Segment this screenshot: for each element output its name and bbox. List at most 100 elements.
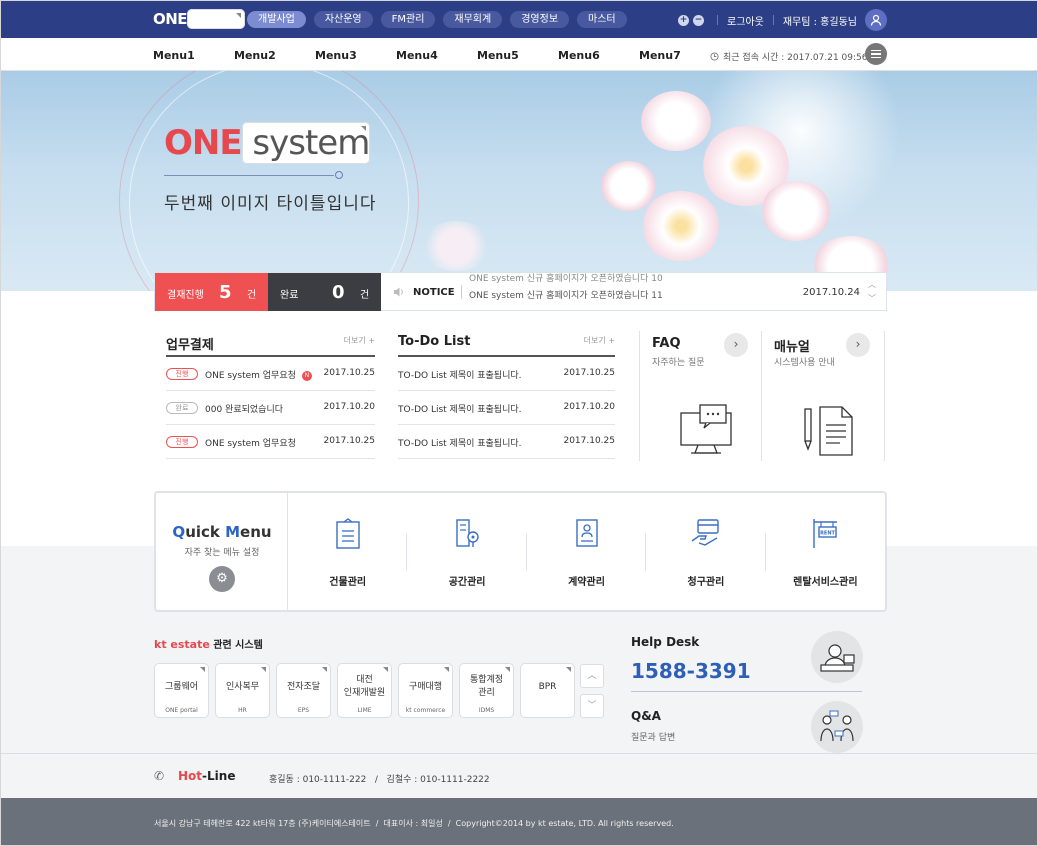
kt-estate-logo: kt estate bbox=[154, 638, 210, 651]
status-badge: 진행 bbox=[166, 436, 198, 448]
quick-item-billing[interactable]: 청구관리 bbox=[646, 493, 766, 610]
gear-icon[interactable]: ⚙ bbox=[209, 566, 235, 592]
hotline-title: Hot-Line bbox=[178, 769, 236, 783]
system-link-bpr[interactable]: BPR bbox=[520, 663, 575, 718]
quick-item-building[interactable]: 건물관리 bbox=[288, 493, 408, 610]
list-item-date: 2017.10.20 bbox=[323, 402, 375, 412]
helpdesk-agent-icon bbox=[811, 631, 863, 683]
chevron-down-icon[interactable]: ﹀ bbox=[580, 694, 604, 718]
list-item[interactable]: 진행 ONE system 업무요청 2017.10.25 bbox=[166, 425, 375, 459]
menu-item-6[interactable]: Menu6 bbox=[558, 49, 639, 62]
faq-title: FAQ bbox=[652, 336, 681, 351]
qa-people-icon[interactable] bbox=[811, 701, 863, 753]
system-link-commerce[interactable]: 구매대행 kt commerce bbox=[398, 663, 453, 718]
list-item[interactable]: 진행 ONE system 업무요청 N 2017.10.25 bbox=[166, 357, 375, 391]
helpdesk-phone: 1588-3391 bbox=[631, 659, 751, 683]
hero-banner: ONE system 두번째 이미지 타이틀입니다 bbox=[1, 71, 1037, 291]
tab-finance[interactable]: 재무회계 bbox=[443, 11, 503, 28]
approval-in-progress[interactable]: 결재진행 5 건 bbox=[155, 273, 268, 311]
qa-title[interactable]: Q&A bbox=[631, 709, 661, 723]
menu-item-4[interactable]: Menu4 bbox=[396, 49, 477, 62]
new-badge: N bbox=[301, 370, 312, 381]
cherry-blossom-image bbox=[421, 221, 491, 271]
user-avatar-icon[interactable] bbox=[865, 9, 887, 31]
list-item-title: TO-DO List 제목이 표출됩니다. bbox=[398, 405, 522, 415]
board-title: To-Do List bbox=[398, 334, 471, 349]
done-unit: 건 bbox=[360, 290, 370, 301]
more-link[interactable]: 더보기 + bbox=[584, 335, 615, 346]
progress-unit: 건 bbox=[247, 290, 257, 301]
list-item[interactable]: TO-DO List 제목이 표출됩니다. 2017.10.20 bbox=[398, 391, 615, 425]
chevron-right-icon[interactable]: › bbox=[724, 333, 748, 357]
system-link-idms[interactable]: 통합계정 관리 IDMS bbox=[459, 663, 514, 718]
list-item[interactable]: TO-DO List 제목이 표출됩니다. 2017.10.25 bbox=[398, 357, 615, 391]
approval-done[interactable]: 완료 0 건 bbox=[268, 273, 381, 311]
hero-title: 두번째 이미지 타이틀입니다 bbox=[164, 194, 377, 214]
menu-item-1[interactable]: Menu1 bbox=[153, 49, 234, 62]
quick-item-space[interactable]: 공간관리 bbox=[407, 493, 527, 610]
logout-link[interactable]: 로그아웃 bbox=[727, 13, 764, 28]
speaker-icon bbox=[394, 287, 403, 297]
tab-development[interactable]: 개발사업 bbox=[247, 11, 306, 28]
location-building-icon bbox=[456, 519, 479, 547]
menu-item-5[interactable]: Menu5 bbox=[477, 49, 558, 62]
notice-text[interactable]: ONE system 신규 홈페이지가 오픈하였습니다 11 bbox=[469, 288, 663, 301]
decorative-ring bbox=[129, 71, 409, 291]
hamburger-menu-icon[interactable] bbox=[865, 43, 887, 65]
cherry-blossom-image bbox=[601, 161, 656, 211]
related-systems-list: 그룹웨어 ONE portal 인사복무 HR 전자조달 EPS 대전 인재개발원 LI… bbox=[154, 663, 575, 718]
quick-item-rental[interactable]: RENT 렌탈서비스관리 bbox=[766, 493, 885, 610]
done-label: 완료 bbox=[280, 290, 299, 301]
chevron-right-icon[interactable]: › bbox=[846, 333, 870, 357]
notice-prev-text: ONE system 신규 홈페이지가 오픈하였습니다 10 bbox=[469, 274, 663, 284]
tab-asset[interactable]: 자산운영 bbox=[313, 11, 373, 28]
list-item-date: 2017.10.25 bbox=[563, 436, 615, 446]
system-link-eps[interactable]: 전자조달 EPS bbox=[276, 663, 331, 718]
hero-divider-dot bbox=[335, 171, 343, 179]
chevron-down-icon[interactable]: ﹀ bbox=[866, 292, 878, 306]
menu-item-2[interactable]: Menu2 bbox=[234, 49, 315, 62]
tab-management[interactable]: 경영정보 bbox=[510, 11, 570, 28]
chevron-up-icon[interactable]: ︿ bbox=[580, 664, 604, 688]
tab-master[interactable]: 마스터 bbox=[577, 11, 627, 28]
list-item-title: ONE system 업무요청 bbox=[205, 439, 296, 449]
list-item-title: TO-DO List 제목이 표출됩니다. bbox=[398, 371, 522, 381]
todo-board: To-Do List 더보기 + TO-DO List 제목이 표출됩니다. 2… bbox=[398, 331, 615, 459]
quick-item-contract[interactable]: 계약관리 bbox=[527, 493, 647, 610]
board-header: 업무결제 더보기 + bbox=[166, 331, 375, 357]
more-link[interactable]: 더보기 + bbox=[344, 335, 375, 346]
list-item[interactable]: TO-DO List 제목이 표출됩니다. 2017.10.25 bbox=[398, 425, 615, 459]
footer: 서울시 강남구 테헤란로 422 kt타워 17층 (주)케이티에스테이트 / … bbox=[1, 798, 1037, 845]
contract-icon bbox=[575, 519, 598, 547]
chevron-up-icon[interactable]: ︿ bbox=[866, 278, 878, 292]
system-en-name: ONE portal bbox=[165, 707, 198, 714]
clock-icon bbox=[710, 52, 719, 61]
system-name: BPR bbox=[538, 681, 557, 692]
menu-item-7[interactable]: Menu7 bbox=[639, 49, 720, 62]
header-logo[interactable]: ONE system bbox=[153, 9, 245, 29]
list-item[interactable]: 완료 000 완료되었습니다 2017.10.20 bbox=[166, 391, 375, 425]
system-name: 대전 인재개발원 bbox=[343, 675, 386, 698]
divider bbox=[772, 15, 774, 25]
zoom-in-icon[interactable]: + bbox=[678, 14, 690, 26]
notice-arrows: ︿ ﹀ bbox=[866, 278, 878, 306]
system-en-name: kt commerce bbox=[405, 707, 446, 714]
footer-text: 서울시 강남구 테헤란로 422 kt타워 17층 (주)케이티에스테이트 / … bbox=[154, 819, 674, 828]
menu-item-3[interactable]: Menu3 bbox=[315, 49, 396, 62]
progress-count: 5 bbox=[219, 282, 232, 303]
building-list-icon bbox=[336, 518, 360, 549]
system-name: 그룹웨어 bbox=[164, 681, 199, 692]
system-name: 통합계정 관리 bbox=[469, 675, 504, 698]
system-link-groupware[interactable]: 그룹웨어 ONE portal bbox=[154, 663, 209, 718]
tab-fm[interactable]: FM관리 bbox=[380, 11, 436, 28]
list-item-date: 2017.10.25 bbox=[323, 368, 375, 378]
system-link-lime[interactable]: 대전 인재개발원 LIME bbox=[337, 663, 392, 718]
hero-divider-line bbox=[164, 175, 334, 176]
list-item-date: 2017.10.25 bbox=[563, 368, 615, 378]
system-link-hr[interactable]: 인사복무 HR bbox=[215, 663, 270, 718]
quick-item-label: 계약관리 bbox=[568, 577, 605, 588]
system-en-name: IDMS bbox=[478, 707, 495, 714]
board-header: To-Do List 더보기 + bbox=[398, 331, 615, 357]
system-list-scroll: ︿ ﹀ bbox=[580, 664, 604, 724]
zoom-out-icon[interactable]: − bbox=[693, 14, 705, 26]
